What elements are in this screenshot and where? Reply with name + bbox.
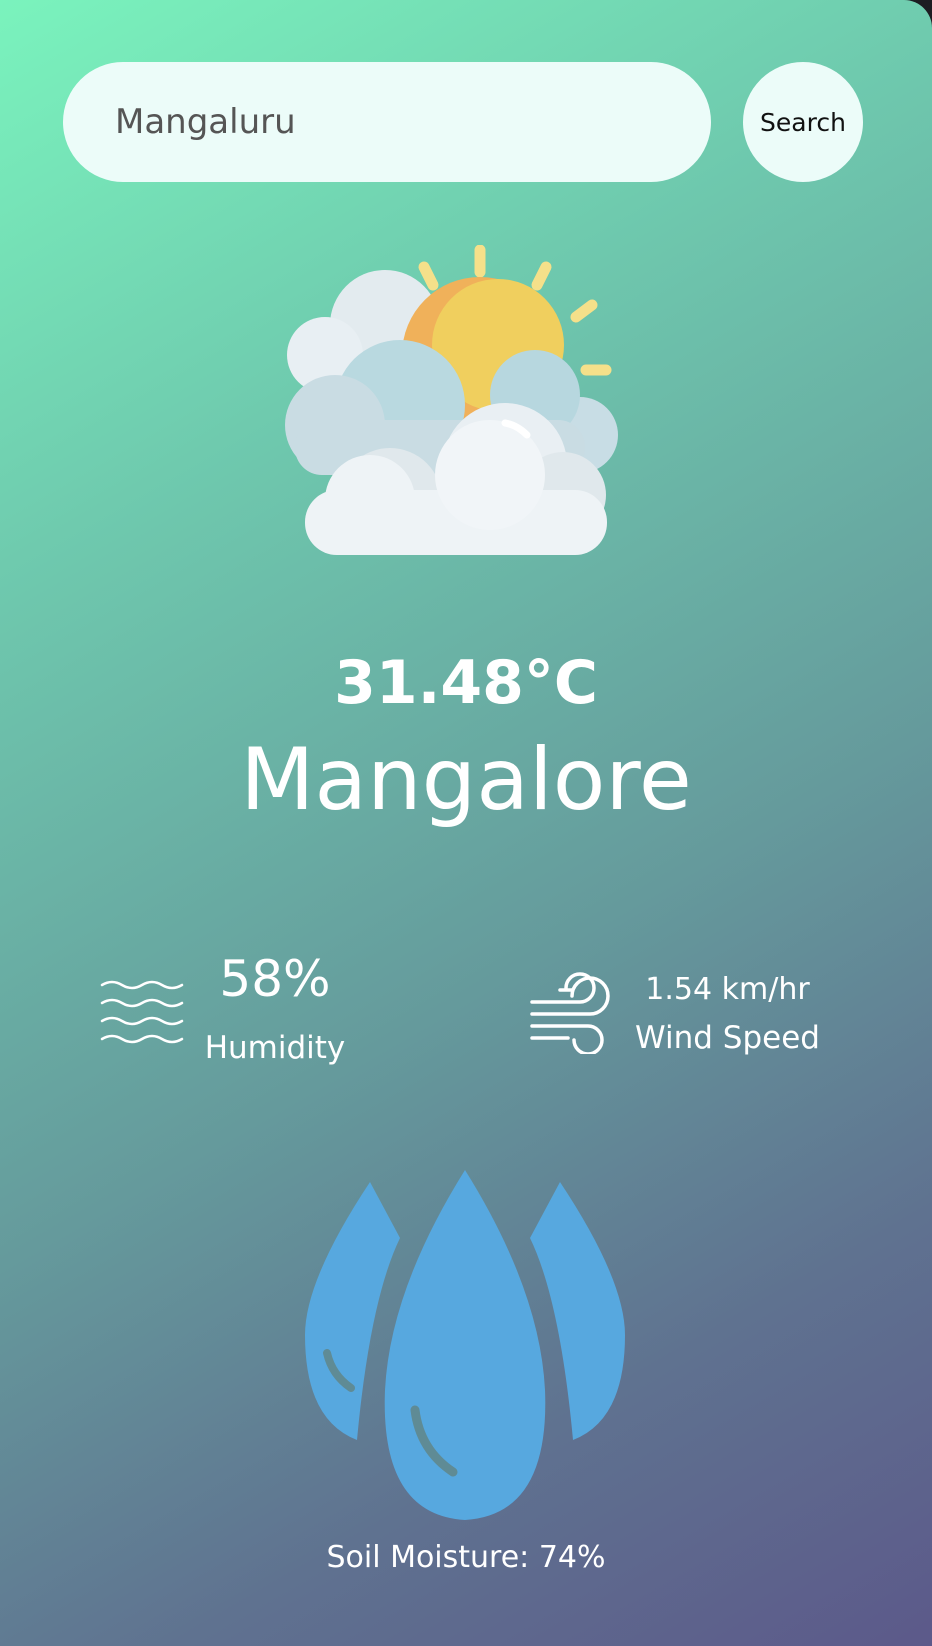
- wind-speed-value: 1.54 km/hr: [645, 972, 810, 1007]
- temperature: 31.48°C: [334, 648, 598, 718]
- water-drops-icon: [305, 1170, 625, 1520]
- wind-icon: [530, 972, 610, 1054]
- weather-card: Search 31.48°C Mangalore: [0, 0, 932, 1646]
- search-bar[interactable]: [63, 62, 711, 182]
- soil-moisture: Soil Moisture: 74%: [326, 1540, 606, 1575]
- city-name: Mangalore: [240, 730, 692, 830]
- humidity-label: Humidity: [204, 1030, 346, 1066]
- humidity-value: 58%: [219, 950, 331, 1008]
- partly-cloudy-sun-icon: [285, 245, 618, 555]
- wind-speed-label: Wind Speed: [635, 1020, 820, 1056]
- search-button[interactable]: Search: [743, 62, 863, 182]
- humidity-waves-icon: [100, 980, 184, 1044]
- search-input[interactable]: [113, 101, 677, 143]
